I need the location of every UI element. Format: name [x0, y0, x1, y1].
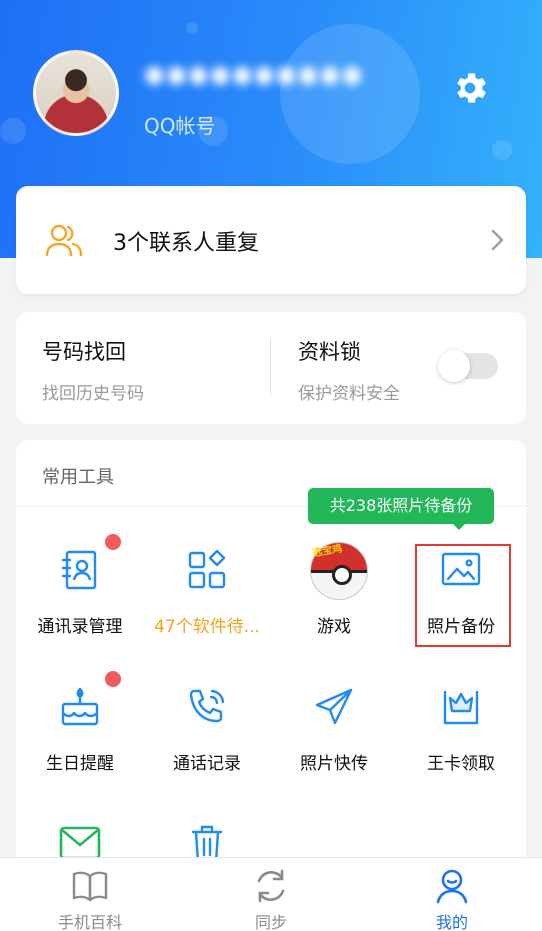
avatar[interactable] — [33, 50, 119, 136]
number-recovery-title: 号码找回 — [42, 340, 126, 364]
sync-icon — [257, 869, 285, 903]
tooltip-tail — [452, 523, 466, 530]
tool-label: 王卡领取 — [427, 754, 495, 774]
cake-icon — [61, 687, 99, 726]
account-label: QQ帐号 — [144, 114, 216, 138]
send-icon — [315, 688, 353, 725]
users-icon — [45, 224, 83, 257]
decor-bubble — [280, 24, 420, 164]
notification-badge — [105, 534, 121, 550]
tool-label: 通话记录 — [173, 754, 241, 774]
tab-label: 同步 — [254, 913, 287, 931]
tool-photo-transfer[interactable]: 照片快传 — [270, 685, 398, 795]
features-card: 号码找回 找回历史号码 资料锁 保护资料安全 — [16, 312, 526, 424]
chevron-right-icon — [491, 229, 504, 251]
gear-icon[interactable] — [450, 68, 490, 108]
tab-label: 我的 — [435, 913, 468, 931]
tool-call-log[interactable]: 通话记录 — [143, 685, 271, 795]
data-lock-title: 资料锁 — [298, 340, 361, 364]
tab-encyclopedia[interactable]: 手机百科 — [0, 858, 180, 931]
username: ●●●●●●●●●● — [144, 60, 364, 88]
phone-icon — [189, 689, 225, 723]
tool-label: 照片快传 — [300, 754, 368, 774]
toggle-knob — [438, 350, 470, 382]
tab-sync[interactable]: 同步 — [181, 858, 361, 931]
tools-title: 常用工具 — [42, 467, 114, 488]
tool-pending-apps[interactable]: 47个软件待... — [143, 548, 271, 658]
decor-bubble — [186, 22, 198, 34]
tab-label: 手机百科 — [57, 913, 122, 931]
photo-backup-highlight — [415, 544, 511, 647]
tool-birthday-reminder[interactable]: 生日提醒 — [16, 671, 144, 795]
decor-bubble — [492, 140, 512, 160]
decor-bubble — [0, 118, 26, 144]
divider — [270, 338, 271, 396]
tool-label: 生日提醒 — [46, 754, 114, 774]
profile-icon — [436, 869, 468, 904]
crown-card-icon — [443, 691, 479, 725]
duplicate-contacts-card[interactable]: 3个联系人重复 — [16, 186, 526, 294]
tool-contacts-manager[interactable]: 通讯录管理 — [16, 534, 144, 658]
tool-label: 47个软件待... — [154, 617, 260, 637]
tool-label: 通讯录管理 — [37, 617, 123, 637]
tool-label: 游戏 — [317, 617, 351, 637]
duplicate-contacts-text: 3个联系人重复 — [113, 231, 259, 256]
apps-icon — [188, 549, 226, 589]
tab-me[interactable]: 我的 — [362, 858, 542, 931]
data-lock-subtitle: 保护资料安全 — [298, 384, 400, 404]
contacts-icon — [61, 550, 97, 590]
bottom-tab-bar: 手机百科 同步 我的 — [0, 857, 542, 931]
photo-backup-tooltip: 共238张照片待备份 — [308, 488, 494, 524]
data-lock-toggle[interactable] — [438, 350, 498, 382]
tool-king-card[interactable]: 王卡领取 — [397, 685, 525, 795]
number-recovery-item[interactable]: 号码找回 找回历史号码 — [16, 312, 270, 424]
tool-games[interactable]: 选宝鸡 游戏 — [270, 542, 398, 658]
number-recovery-subtitle: 找回历史号码 — [42, 384, 144, 404]
notification-badge — [105, 671, 121, 687]
book-icon — [72, 871, 108, 902]
